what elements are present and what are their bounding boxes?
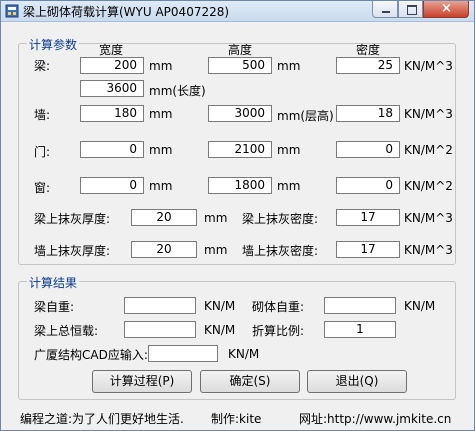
wall-label: 墙: [34, 108, 51, 122]
door-width-unit: mm [149, 143, 173, 157]
beam-length-unit: mm(长度) [149, 84, 206, 98]
close-button[interactable]: × [423, 1, 469, 18]
footer-site[interactable]: 网址:http://www.jmkite.cn [299, 410, 451, 427]
main-window: 梁上砌体荷载计算(WYU AP0407228) × 计算参数 宽度 高度 密度 … [0, 0, 475, 431]
header-density: 密度 [356, 43, 381, 57]
minimize-icon [382, 11, 390, 13]
footer-author: 制作:kite [211, 412, 262, 426]
beam-weight-output[interactable] [124, 297, 196, 314]
ok-button[interactable]: 确定(S) [200, 370, 300, 393]
wall-height-unit: mm(层高) [277, 109, 334, 123]
window-height-unit: mm [277, 179, 301, 193]
beam-label: 梁: [34, 59, 51, 73]
window-height-input[interactable]: 1800 [208, 177, 272, 194]
wall-plaster-density-input[interactable]: 17 [336, 241, 400, 258]
results-legend: 计算结果 [27, 274, 80, 291]
beam-plaster-thickness-unit: mm [204, 211, 228, 225]
app-icon [5, 4, 19, 18]
beam-density-unit: KN/M^3 [404, 59, 453, 73]
door-height-input[interactable]: 2100 [208, 141, 272, 158]
wall-density-input[interactable]: 18 [336, 105, 400, 122]
beam-plaster-density-input[interactable]: 17 [336, 209, 400, 226]
beam-length-input[interactable]: 3600 [80, 80, 144, 97]
door-width-input[interactable]: 0 [80, 141, 144, 158]
door-label: 门: [34, 145, 51, 159]
wall-width-input[interactable]: 180 [80, 105, 144, 122]
wall-plaster-density-label: 墙上抹灰密度: [242, 244, 319, 258]
wall-density-unit: KN/M^3 [404, 107, 453, 121]
close-icon: × [441, 1, 452, 16]
wall-width-unit: mm [149, 107, 173, 121]
beam-plaster-density-unit: KN/M^3 [404, 211, 453, 225]
masonry-weight-unit: KN/M [404, 299, 436, 313]
title-bar[interactable]: 梁上砌体荷载计算(WYU AP0407228) × [1, 1, 474, 22]
beam-width-input[interactable]: 200 [80, 57, 144, 74]
window-title: 梁上砌体荷载计算(WYU AP0407228) [23, 5, 230, 19]
window-density-input[interactable]: 0 [336, 177, 400, 194]
window-width-unit: mm [149, 179, 173, 193]
wall-plaster-thickness-unit: mm [204, 243, 228, 257]
cad-input-output[interactable] [148, 345, 218, 362]
reduction-label: 折算比例: [252, 324, 305, 338]
beam-total-output[interactable] [124, 321, 196, 338]
params-legend: 计算参数 [27, 36, 80, 53]
cad-input-unit: KN/M [228, 347, 260, 361]
cad-input-label: 广厦结构CAD应输入: [34, 348, 148, 362]
beam-height-unit: mm [277, 59, 301, 73]
minimize-button[interactable] [372, 1, 398, 18]
beam-weight-label: 梁自重: [34, 300, 75, 314]
beam-total-unit: KN/M [204, 323, 236, 337]
wall-plaster-density-unit: KN/M^3 [404, 243, 453, 257]
header-width: 宽度 [99, 43, 124, 57]
maximize-button[interactable] [398, 1, 423, 18]
beam-height-input[interactable]: 500 [208, 57, 272, 74]
maximize-icon [407, 5, 417, 15]
window-density-unit: KN/M^2 [404, 179, 453, 193]
footer-motto: 编程之道:为了人们更好地生活. [20, 412, 184, 426]
wall-height-input[interactable]: 3000 [208, 105, 272, 122]
masonry-weight-label: 砌体自重: [252, 300, 305, 314]
beam-plaster-thickness-input[interactable]: 20 [131, 209, 197, 226]
beam-plaster-density-label: 梁上抹灰密度: [242, 212, 319, 226]
beam-weight-unit: KN/M [204, 299, 236, 313]
window-label: 窗: [34, 181, 51, 195]
door-density-input[interactable]: 0 [336, 141, 400, 158]
window-width-input[interactable]: 0 [80, 177, 144, 194]
wall-plaster-thickness-input[interactable]: 20 [131, 241, 197, 258]
beam-plaster-thickness-label: 梁上抹灰厚度: [34, 212, 111, 226]
reduction-input[interactable]: 1 [324, 321, 396, 338]
wall-plaster-thickness-label: 墙上抹灰厚度: [34, 244, 111, 258]
exit-button[interactable]: 退出(Q) [307, 370, 407, 393]
masonry-weight-output[interactable] [324, 297, 396, 314]
door-density-unit: KN/M^2 [404, 143, 453, 157]
beam-density-input[interactable]: 25 [336, 57, 400, 74]
header-height: 高度 [228, 43, 253, 57]
beam-width-unit: mm [149, 59, 173, 73]
calc-process-button[interactable]: 计算过程(P) [92, 370, 192, 393]
beam-total-label: 梁上总恒载: [34, 324, 99, 338]
door-height-unit: mm [277, 143, 301, 157]
